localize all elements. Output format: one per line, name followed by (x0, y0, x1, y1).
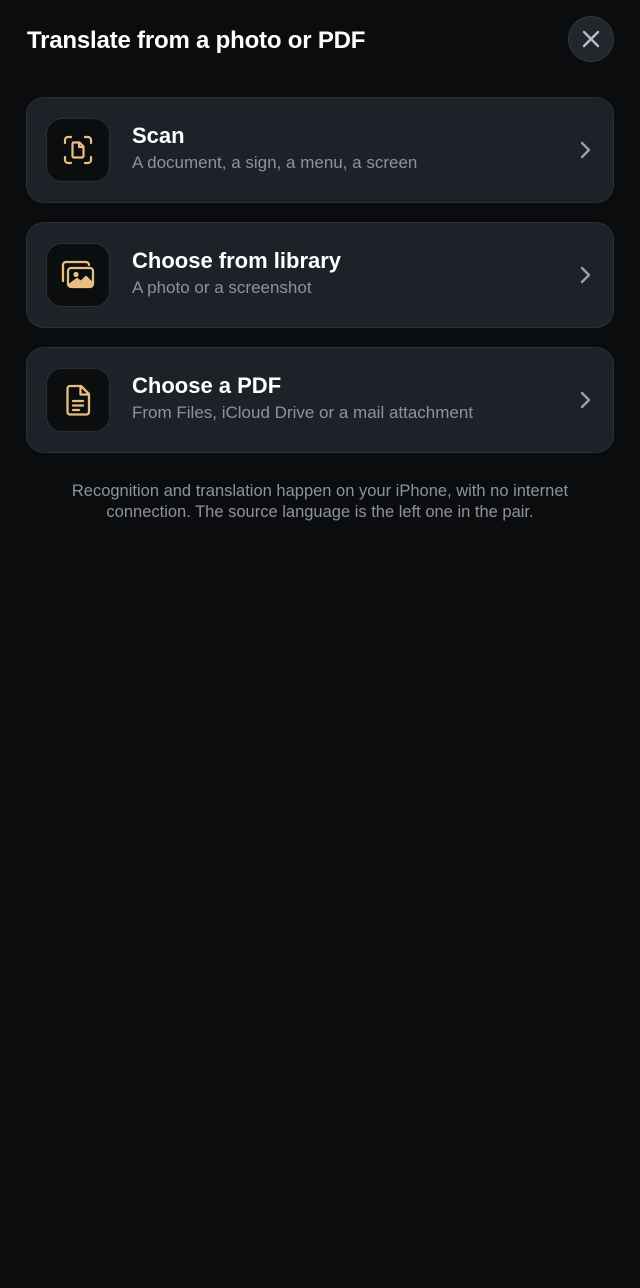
privacy-footnote: Recognition and translation happen on yo… (71, 482, 569, 521)
scan-document-icon (63, 135, 93, 165)
library-icon-tile (46, 243, 110, 307)
close-button[interactable] (568, 16, 614, 62)
option-title: Scan (132, 123, 185, 148)
source-options-list: Scan A document, a sign, a menu, a scree… (26, 97, 614, 472)
option-subtitle: A photo or a screenshot (132, 278, 312, 297)
scan-icon-tile (46, 118, 110, 182)
option-title: Choose from library (132, 248, 342, 273)
chevron-right-icon (580, 141, 591, 159)
pdf-option-text: Choose a PDF From Files, iCloud Drive or… (132, 372, 563, 424)
option-subtitle: From Files, iCloud Drive or a mail attac… (132, 403, 474, 422)
pdf-option[interactable]: Choose a PDF From Files, iCloud Drive or… (26, 347, 614, 453)
scan-option-text: Scan A document, a sign, a menu, a scree… (132, 122, 563, 174)
chevron-right-icon (580, 266, 591, 284)
pdf-icon-tile (46, 368, 110, 432)
sheet-header: Translate from a photo or PDF (27, 16, 614, 70)
close-icon (582, 30, 600, 48)
library-option-text: Choose from library A photo or a screens… (132, 247, 563, 299)
chevron-right-icon (580, 391, 591, 409)
option-title: Choose a PDF (132, 373, 282, 398)
document-icon (66, 384, 91, 416)
photo-library-icon (61, 260, 95, 289)
scan-option[interactable]: Scan A document, a sign, a menu, a scree… (26, 97, 614, 203)
translate-sheet: Translate from a photo or PDF Scan A doc… (0, 0, 640, 1288)
option-subtitle: A document, a sign, a menu, a screen (132, 153, 418, 172)
library-option[interactable]: Choose from library A photo or a screens… (26, 222, 614, 328)
sheet-title: Translate from a photo or PDF (27, 27, 366, 54)
